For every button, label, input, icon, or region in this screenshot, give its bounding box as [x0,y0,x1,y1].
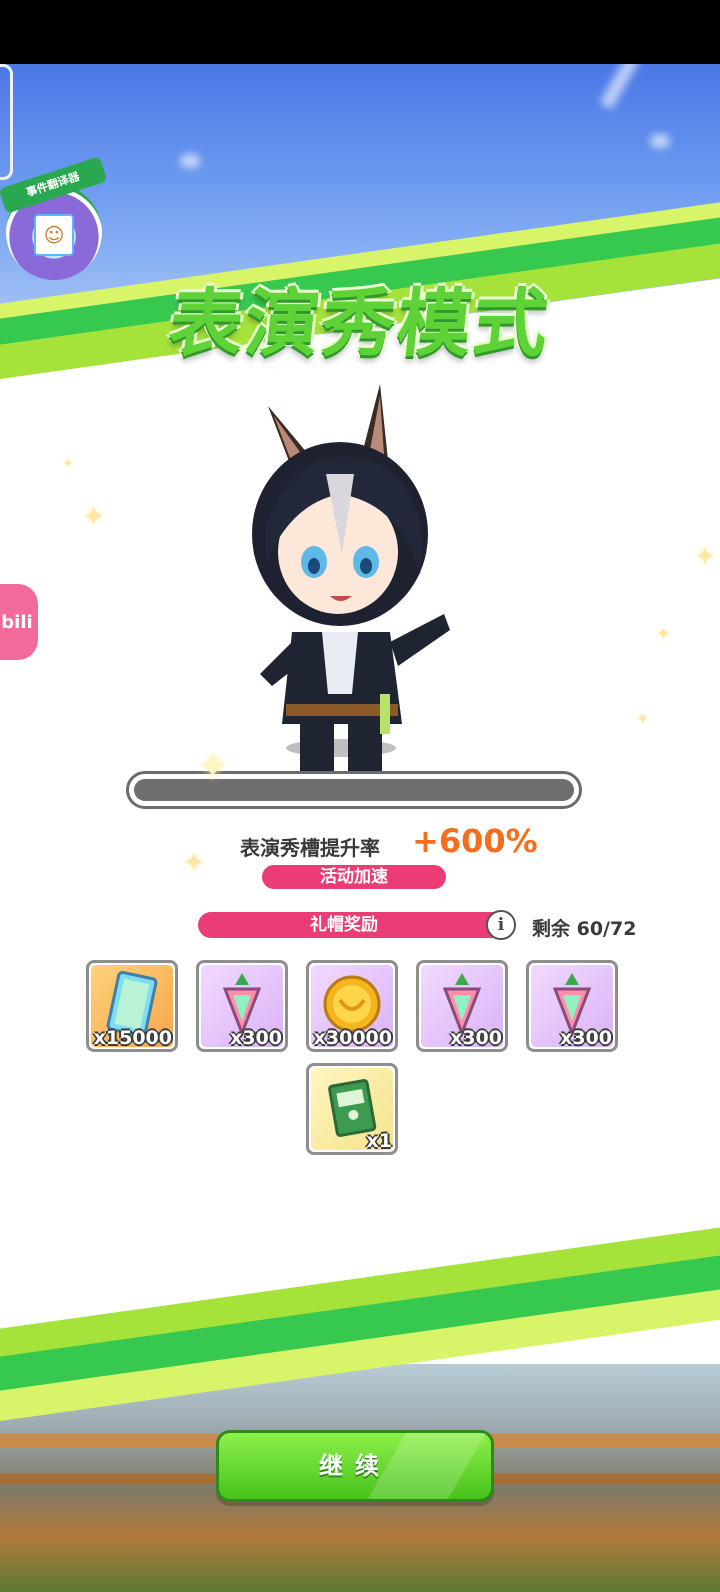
button-shine [367,1433,487,1499]
sparkle-icon: ✦ [82,500,106,533]
reward-item[interactable]: x15000 [86,960,178,1052]
continue-button[interactable]: 继续 [216,1430,494,1502]
sparkle-icon: ✦ [694,542,716,572]
gauge-rate-value: +600% [412,822,538,860]
hat-reward-remaining: 剩余 60/72 [532,918,637,940]
sparkle-icon: ✦ [62,456,74,472]
sparkle-icon: ✦ [196,744,230,790]
info-icon[interactable]: i [486,910,516,940]
hat-reward-bar: 礼帽奖励 [198,912,516,938]
reward-quantity: x30000 [313,1027,392,1049]
page-title: 表演秀模式 [164,281,554,367]
gauge-rate-label: 表演秀槽提升率 [240,836,380,860]
sky-glow [650,134,670,148]
reward-quantity: x300 [560,1027,612,1049]
side-frame [0,64,13,180]
reward-quantity: x300 [230,1027,282,1049]
chibi-character-image [252,384,450,804]
reward-quantity: x15000 [93,1027,172,1049]
reward-quantity: x300 [450,1027,502,1049]
reward-item[interactable]: x1 [306,1063,398,1155]
event-boost-badge: 活动加速 [262,865,446,889]
sparkle-icon: ✦ [636,709,650,728]
show-gauge [126,771,582,809]
sparkle-icon: ✦ [182,846,206,879]
reward-item[interactable]: x30000 [306,960,398,1052]
reward-item[interactable]: x300 [526,960,618,1052]
reward-quantity: x1 [366,1130,392,1152]
show-mode-result-screen: ☺ 事件翻译器 bili 表演秀模式 ✦ ✦ ✦ ✦ ✦ ✦ ✦ 表演秀槽提升率… [0,64,720,1592]
sparkle-icon: ✦ [656,624,672,645]
reward-item[interactable]: x300 [196,960,288,1052]
character-portrait-icon: ☺ [34,214,74,256]
reward-item[interactable]: x300 [416,960,508,1052]
status-bar [0,0,720,64]
bili-side-tab[interactable]: bili [0,584,38,660]
sky-glow [180,154,200,168]
